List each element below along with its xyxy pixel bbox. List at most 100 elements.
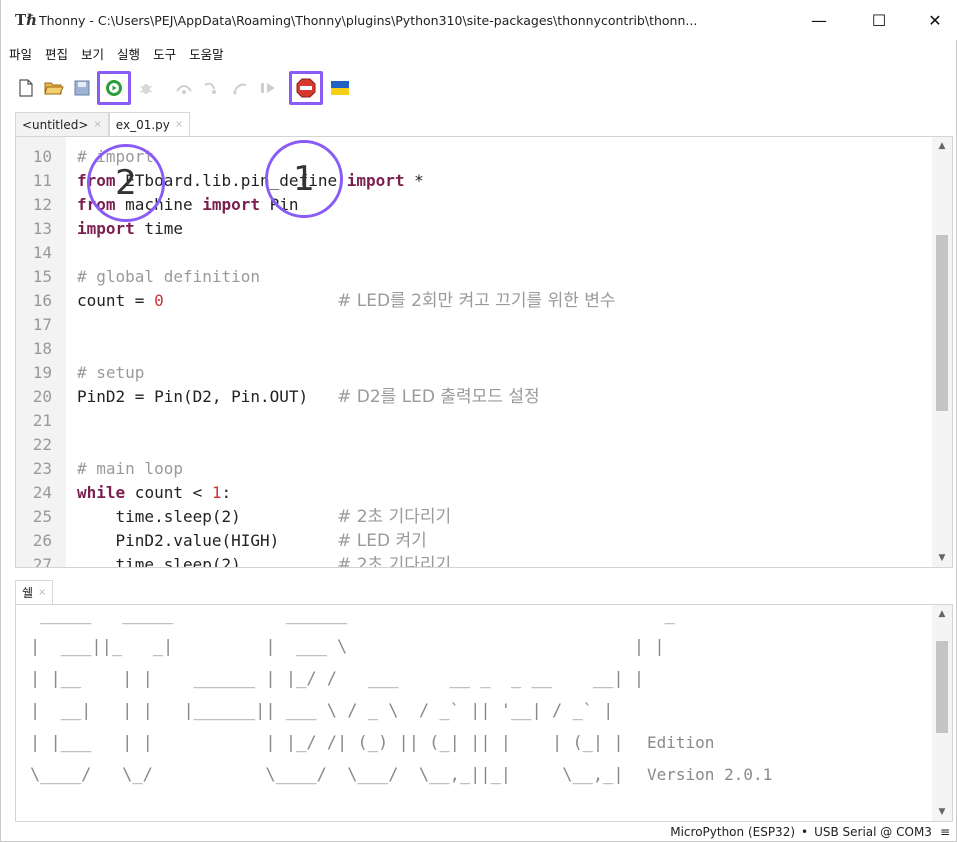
menu-help[interactable]: 도움말: [189, 44, 224, 63]
code-text: PinD2 = Pin(D2, Pin.OUT) # D2를 LED 출력모드 …: [77, 387, 540, 407]
close-button[interactable]: ✕: [915, 8, 955, 32]
code-text: time.sleep(2) # 2초 기다리기: [77, 555, 452, 568]
code-line: 19 # setup: [16, 361, 934, 385]
status-menu-icon[interactable]: ≡: [940, 825, 950, 839]
line-number: 15: [32, 267, 52, 286]
line-number: 17: [32, 315, 52, 334]
stop-highlight-box: [289, 71, 323, 105]
thonny-logo-icon: Tℏ: [15, 11, 38, 29]
line-number: 10: [32, 147, 52, 166]
code-text: time.sleep(2) # 2초 기다리기: [77, 507, 452, 527]
edition-label: Edition: [647, 733, 715, 752]
code-line: 15 # global definition: [16, 265, 934, 289]
scroll-down-icon[interactable]: ▼: [932, 803, 952, 821]
status-separator: •: [801, 825, 809, 839]
save-icon[interactable]: [71, 77, 93, 99]
menu-file[interactable]: 파일: [9, 44, 32, 63]
stop-icon[interactable]: [289, 71, 323, 105]
banner-line: | |__ | | ______ | |_/ / ___ __ _ _ __ _…: [30, 669, 645, 689]
code-line: 18: [16, 337, 934, 361]
maximize-icon: ☐: [871, 10, 887, 30]
shell-tabs: 쉘 ×: [15, 580, 54, 604]
tab-ex-01-py[interactable]: ex_01.py ×: [108, 112, 191, 136]
tab-label: 쉘: [22, 586, 34, 600]
annotation-circle-1: 1: [265, 140, 343, 218]
line-number: 20: [32, 387, 52, 406]
code-line: 21: [16, 409, 934, 433]
code-line: 22: [16, 433, 934, 457]
tab-shell[interactable]: 쉘 ×: [15, 580, 54, 604]
scroll-up-icon[interactable]: ▲: [932, 137, 952, 155]
code-line: 20 PinD2 = Pin(D2, Pin.OUT) # D2를 LED 출력모…: [16, 385, 934, 409]
new-file-icon[interactable]: [15, 77, 37, 99]
menu-run[interactable]: 실행: [117, 44, 140, 63]
code-line: 17: [16, 313, 934, 337]
step-over-icon[interactable]: [173, 77, 195, 99]
annotation-circle-2: 2: [87, 144, 165, 222]
line-number: 21: [32, 411, 52, 430]
line-number: 25: [32, 507, 52, 526]
open-folder-icon[interactable]: [43, 77, 65, 99]
menu-bar: 파일 편집 보기 실행 도구 도움말: [1, 40, 957, 66]
code-text: count = 0 # LED를 2회만 켜고 끄기를 위한 변수: [77, 291, 616, 311]
editor-scrollbar[interactable]: ▲ ▼: [932, 137, 952, 567]
status-bar: MicroPython (ESP32) • USB Serial @ COM3 …: [1, 822, 957, 842]
run-highlight-box: [97, 71, 131, 105]
tab-label: <untitled>: [22, 117, 89, 132]
port-status[interactable]: USB Serial @ COM3: [814, 825, 932, 839]
line-number: 24: [32, 483, 52, 502]
menu-view[interactable]: 보기: [81, 44, 104, 63]
line-number: 11: [32, 171, 52, 190]
line-number: 27: [32, 555, 52, 568]
scroll-down-icon[interactable]: ▼: [932, 549, 952, 567]
scrollbar-thumb[interactable]: [936, 235, 948, 411]
line-number: 18: [32, 339, 52, 358]
scrollbar-thumb[interactable]: [936, 641, 948, 733]
line-number: 12: [32, 195, 52, 214]
line-number: 23: [32, 459, 52, 478]
interpreter-status[interactable]: MicroPython (ESP32): [670, 825, 795, 839]
code-line: 24 while count < 1:: [16, 481, 934, 505]
menu-edit[interactable]: 편집: [45, 44, 68, 63]
tab-close-icon[interactable]: ×: [93, 119, 101, 130]
close-icon: ✕: [928, 10, 942, 30]
line-number: 19: [32, 363, 52, 382]
step-into-icon[interactable]: [201, 77, 223, 99]
tab-close-icon[interactable]: ×: [38, 587, 46, 598]
editor-tabs: <untitled> × ex_01.py ×: [15, 112, 191, 136]
code-text: while count < 1:: [77, 483, 232, 502]
ukraine-flag-icon[interactable]: [329, 77, 351, 99]
toolbar: [1, 66, 957, 110]
minimize-icon: —: [811, 10, 827, 30]
code-line: 23 # main loop: [16, 457, 934, 481]
banner-line: | |___ | | | |_/ /| (_) || (_| || | | (_…: [30, 733, 624, 753]
banner-line: \____/ \_/ \____/ \___/ \__,_||_| \__,_|: [30, 765, 624, 785]
line-number: 16: [32, 291, 52, 310]
menu-tools[interactable]: 도구: [153, 44, 176, 63]
shell-scrollbar[interactable]: ▲ ▼: [932, 605, 952, 821]
minimize-button[interactable]: —: [799, 8, 839, 32]
banner-line: | ___||_ _| | ___ \ | |: [30, 637, 665, 657]
resume-icon[interactable]: [257, 77, 279, 99]
line-number: 26: [32, 531, 52, 550]
step-out-icon[interactable]: [229, 77, 251, 99]
banner-line: | __| | | |______|| ___ \ / _ \ / _` || …: [30, 701, 614, 721]
code-text: PinD2.value(HIGH) # LED 켜기: [77, 531, 427, 551]
tab-label: ex_01.py: [115, 117, 170, 132]
maximize-button[interactable]: ☐: [859, 8, 899, 32]
code-text: # main loop: [77, 459, 183, 478]
code-text: # setup: [77, 363, 145, 382]
code-line: 14: [16, 241, 934, 265]
version-label: Version 2.0.1: [647, 765, 773, 784]
code-line: 27 time.sleep(2) # 2초 기다리기: [16, 553, 934, 568]
scroll-up-icon[interactable]: ▲: [932, 605, 952, 623]
shell-panel[interactable]: _____ _____ ______ _ | ___||_ _| | ___ \…: [15, 604, 953, 822]
banner-line: _____ _____ ______ _: [30, 605, 686, 625]
line-number: 14: [32, 243, 52, 262]
tab-untitled[interactable]: <untitled> ×: [15, 112, 109, 136]
window-title: Thonny - C:\Users\PEJ\AppData\Roaming\Th…: [39, 12, 698, 28]
run-icon[interactable]: [97, 71, 131, 105]
tab-close-icon[interactable]: ×: [175, 119, 183, 130]
thonny-window: Tℏ Thonny - C:\Users\PEJ\AppData\Roaming…: [0, 0, 957, 842]
debug-icon[interactable]: [135, 77, 157, 99]
